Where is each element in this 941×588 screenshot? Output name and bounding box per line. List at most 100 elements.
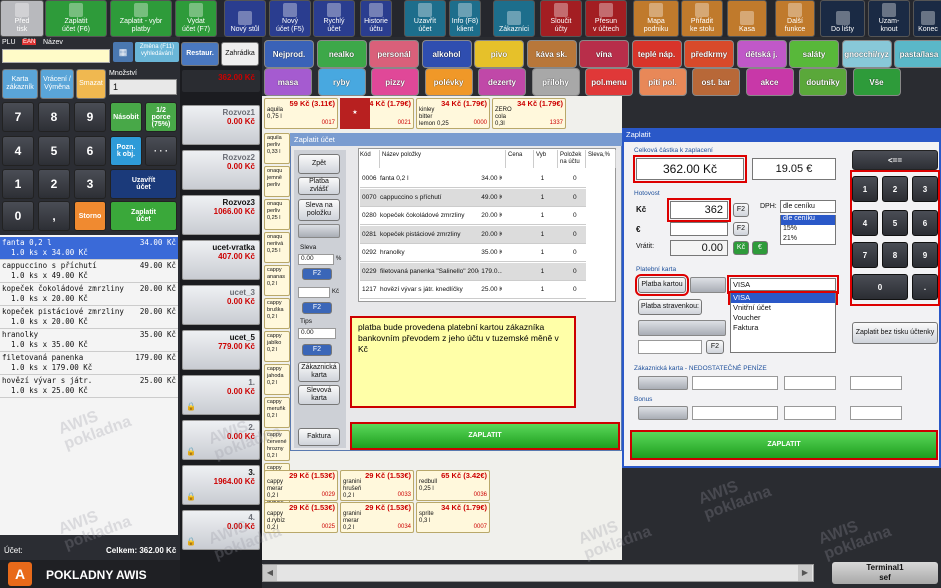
- pay-without-receipt-button[interactable]: Zaplatit bez tisku účtenky: [852, 322, 938, 344]
- toolbar-button[interactable]: Před tisk: [0, 0, 44, 37]
- numpad-key[interactable]: 8: [882, 242, 908, 268]
- card-option[interactable]: Vnitřní účet: [730, 303, 836, 313]
- tab-restaurant[interactable]: Restaur.: [181, 42, 219, 66]
- card-option[interactable]: Voucher: [730, 313, 836, 323]
- account-tile[interactable]: ucet_3 0.00 Kč: [182, 285, 260, 325]
- category-button[interactable]: káva sk.: [526, 40, 577, 68]
- toolbar-button[interactable]: Kasa: [727, 0, 767, 37]
- product-tile[interactable]: 29 Kč (1.53€) cappy d.rybíz 0,2 l 0025: [264, 502, 338, 533]
- numpad-key[interactable]: 6: [912, 210, 938, 236]
- backspace-button[interactable]: <==: [852, 150, 938, 170]
- product-tile[interactable]: onaqu neriivá 0,25 l: [264, 232, 290, 263]
- tips-f2-button[interactable]: F2: [302, 344, 332, 356]
- product-tile[interactable]: onaqu perliv 0,25 l: [264, 199, 290, 230]
- category-button[interactable]: gnocchi/ryz: [841, 40, 892, 68]
- product-tile[interactable]: 34 Kč (1.79€) kinley bitter lemon 0,25 000…: [416, 98, 490, 129]
- account-tile[interactable]: 362.00 Kč: [182, 70, 260, 92]
- discount-kc-input[interactable]: [298, 287, 330, 298]
- toolbar-button[interactable]: Info (F8) klient: [449, 0, 481, 37]
- category-button[interactable]: doutníky: [799, 68, 847, 96]
- numpad-key[interactable]: 4: [852, 210, 878, 236]
- bonus-input-3[interactable]: [850, 406, 902, 420]
- order-item[interactable]: hovězí vývar s játr. 1.0 ks x 25.00 Kč 25…: [0, 375, 178, 398]
- search-icon[interactable]: ▦: [113, 42, 133, 62]
- order-item[interactable]: kopeček čokoládové zmrzliny 1.0 ks x 20.…: [0, 283, 178, 306]
- category-button[interactable]: saláty: [789, 40, 839, 68]
- vat-select[interactable]: dle ceníku: [780, 200, 836, 213]
- account-tile[interactable]: 4. 0.00 Kč 🔒: [182, 510, 260, 550]
- discount-kc-f2-button[interactable]: F2: [302, 302, 332, 314]
- meal-voucher-button[interactable]: Platba stravenkou:: [638, 299, 702, 315]
- product-tile[interactable]: cappy červené hrozny 0,2 l: [264, 430, 290, 461]
- account-tile[interactable]: Rozvoz2 0.00 Kč: [182, 150, 260, 190]
- keypad-key[interactable]: 0: [2, 201, 34, 231]
- keypad-key[interactable]: 2: [38, 169, 70, 199]
- keypad-key[interactable]: 3: [74, 169, 106, 199]
- account-tile[interactable]: ucet-vratka 407.00 Kč: [182, 240, 260, 280]
- customer-card-button[interactable]: Karta zákazník: [2, 69, 38, 99]
- storno-button[interactable]: Storno: [74, 201, 106, 231]
- product-tile[interactable]: cappy jahoda 0,2 l: [264, 364, 290, 395]
- scroll-right-icon[interactable]: ▶: [798, 565, 812, 581]
- keypad-key[interactable]: 8: [38, 102, 70, 132]
- product-tile[interactable]: 34 Kč (1.79€) ZERO cola 0,3l 1337: [492, 98, 566, 129]
- toolbar-button[interactable]: Další funkce: [775, 0, 815, 37]
- keypad-key[interactable]: 9: [74, 102, 106, 132]
- category-button[interactable]: teplé náp.: [631, 40, 682, 68]
- product-tile[interactable]: 34 Kč (1.79€) sprite 0,3 l 0007: [416, 502, 490, 533]
- category-button[interactable]: pol.menu: [585, 68, 633, 96]
- order-item[interactable]: kopeček pistáciové zmrzliny 1.0 ks x 20.…: [0, 306, 178, 329]
- delete-button[interactable]: Smazat: [76, 69, 106, 99]
- category-button[interactable]: pivo: [474, 40, 524, 68]
- cash-input[interactable]: 362: [667, 198, 731, 222]
- customer-card-button[interactable]: Zákaznická karta: [298, 362, 340, 382]
- discount-f2-button[interactable]: F2: [302, 268, 332, 280]
- category-button[interactable]: pizzy: [371, 68, 419, 96]
- numpad-key[interactable]: 2: [882, 176, 908, 202]
- toolbar-button[interactable]: Do lišty: [820, 0, 865, 37]
- pay-account-button[interactable]: Zaplatit účet: [110, 201, 177, 231]
- change-eur-button[interactable]: €: [752, 241, 768, 255]
- category-button[interactable]: masa: [264, 68, 312, 96]
- blank-button[interactable]: [298, 224, 340, 238]
- order-item[interactable]: cappuccino s příchutí 1.0 ks x 49.00 Kč 4…: [0, 260, 178, 283]
- numpad-key[interactable]: 9: [912, 242, 938, 268]
- vat-option[interactable]: dle ceníku: [780, 215, 836, 225]
- more-button[interactable]: · · ·: [145, 136, 177, 166]
- category-button[interactable]: polévky: [424, 68, 473, 96]
- vat-option[interactable]: 15%: [780, 225, 836, 235]
- checkout-pay-button[interactable]: ZAPLATIT: [630, 430, 938, 460]
- voucher-blank-button[interactable]: [638, 320, 726, 336]
- toolbar-button[interactable]: Přesun v účtech: [585, 0, 627, 37]
- category-button[interactable]: ryby: [317, 68, 366, 96]
- keypad-key[interactable]: 7: [2, 102, 34, 132]
- cust-card-input-2[interactable]: [784, 376, 836, 390]
- back-button[interactable]: Zpět: [298, 154, 340, 174]
- toolbar-button[interactable]: Historie účtu: [360, 0, 392, 37]
- keypad-key[interactable]: 6: [74, 136, 106, 166]
- category-button[interactable]: personál: [369, 40, 419, 68]
- account-tile[interactable]: 1. 0.00 Kč 🔒: [182, 375, 260, 415]
- invoice-button[interactable]: Faktura: [298, 428, 340, 446]
- category-button[interactable]: pití pol.: [638, 68, 687, 96]
- product-tile[interactable]: 29 Kč (1.53€) cappy merar 0,2 l 0029: [264, 470, 338, 501]
- change-kc-button[interactable]: Kč: [733, 241, 749, 255]
- category-button[interactable]: nealko: [316, 40, 367, 68]
- tab-garden[interactable]: Zahrádka: [221, 42, 259, 66]
- product-tile[interactable]: 29 Kč (1.53€) granini merar 0,2 l 0034: [340, 502, 414, 533]
- category-button[interactable]: akce: [745, 68, 794, 96]
- bonus-input-2[interactable]: [784, 406, 836, 420]
- eur-input[interactable]: [670, 222, 728, 236]
- keypad-key[interactable]: 1: [2, 169, 34, 199]
- toolbar-button[interactable]: Zaplatit účet (F6): [45, 0, 107, 37]
- account-tile[interactable]: 3. 1964.00 Kč 🔒: [182, 465, 260, 505]
- toolbar-button[interactable]: Vydat účet (F7): [175, 0, 217, 37]
- table-row[interactable]: 1217 hovězí vývar s játr. knedlíčky 25.00 …: [360, 281, 586, 299]
- order-note-button[interactable]: Pozn. k obj.: [110, 136, 142, 166]
- table-row[interactable]: 0229 filetovaná panenka "Salinello" 200g 1…: [360, 262, 586, 281]
- item-discount-button[interactable]: Sleva na položku: [298, 199, 340, 221]
- category-button[interactable]: alkohol: [421, 40, 472, 68]
- toolbar-button[interactable]: Konec: [913, 0, 941, 37]
- category-button[interactable]: ost. bar: [692, 68, 740, 96]
- keypad-key[interactable]: 4: [2, 136, 34, 166]
